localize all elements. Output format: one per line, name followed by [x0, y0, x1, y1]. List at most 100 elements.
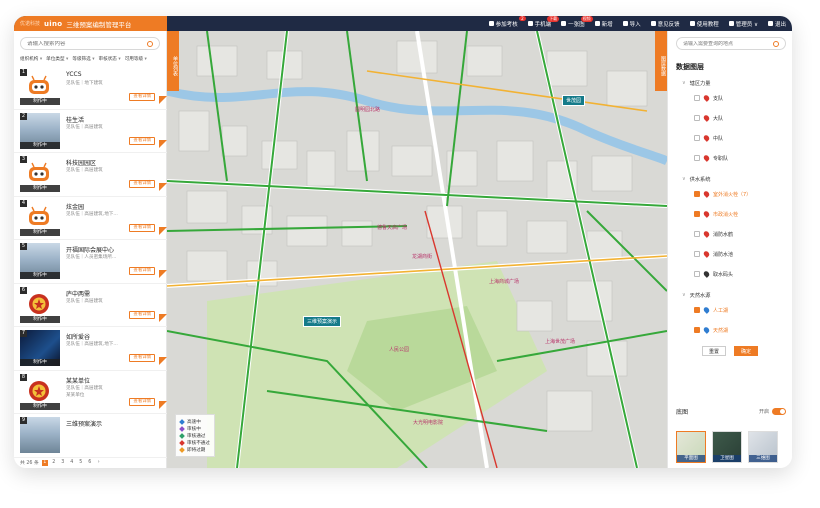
corner-marker: [159, 313, 167, 322]
sidebar-search-input[interactable]: [27, 40, 147, 47]
top-menu-item[interactable]: 参加考核 2: [488, 16, 526, 28]
basemap-tile[interactable]: 平面图: [676, 431, 706, 463]
filter-dropdown[interactable]: 可用等级: [125, 56, 147, 62]
map-pin-icon: [702, 114, 711, 122]
layer-label: 消防水池: [713, 251, 734, 258]
view-detail-button[interactable]: 查看详情: [129, 267, 155, 275]
layer-checkbox[interactable]: [694, 271, 700, 277]
top-menu-item[interactable]: 手机端 下载: [527, 16, 560, 28]
layer-checkbox[interactable]: [694, 115, 700, 121]
layer-panel-collapse-tab[interactable]: 图层数据: [655, 31, 667, 91]
layer-row[interactable]: 室外消火栓（7）: [694, 184, 792, 204]
legend-item: 审核通过: [179, 432, 210, 439]
layer-row[interactable]: 天然湖: [694, 320, 792, 340]
unit-list-item[interactable]: 8 制作中 某某单位 见队伍｜高层建筑 某某单位 查看详情: [14, 371, 167, 414]
view-detail-button[interactable]: 查看详情: [129, 223, 155, 232]
layer-checkbox[interactable]: [694, 211, 700, 217]
top-menu-item[interactable]: 退出: [767, 20, 786, 28]
page-number[interactable]: 2: [51, 460, 57, 466]
layer-row[interactable]: 大队: [694, 108, 792, 128]
page-number[interactable]: 5: [78, 460, 84, 466]
page-number[interactable]: 1: [41, 459, 48, 466]
layer-row[interactable]: 取水码头: [694, 264, 792, 284]
view-detail-button[interactable]: 查看详情: [129, 93, 155, 101]
layer-label: 大队: [713, 115, 724, 122]
layer-row[interactable]: 专职队: [694, 148, 792, 168]
unit-list-item[interactable]: 7 制作中 如所爱谷 见队伍｜高层建筑,地下... 查看详情: [14, 327, 167, 371]
view-detail-button[interactable]: 查看详情: [129, 310, 155, 319]
map-label: 德鲁天启广场: [377, 225, 408, 231]
unit-list-item[interactable]: 9 三维预案演示: [14, 414, 167, 458]
page-number[interactable]: 6: [87, 460, 93, 466]
top-menu-item[interactable]: 使用教程: [689, 20, 719, 28]
layer-row[interactable]: 人工湖: [694, 300, 792, 320]
legend-diamond-icon: [179, 439, 185, 446]
corner-marker: [159, 226, 167, 235]
confirm-button[interactable]: 确定: [734, 346, 759, 356]
layer-checkbox[interactable]: [694, 135, 700, 141]
basemap-label: 三维图: [749, 455, 777, 462]
search-icon[interactable]: [773, 40, 779, 47]
top-menu-label: 导入: [629, 21, 641, 28]
layer-row[interactable]: 消防水鹤: [694, 224, 792, 244]
top-menu-item[interactable]: 意见反馈: [650, 20, 680, 28]
unit-list-item[interactable]: 5 制作中 开福国际会展中心 见队伍｜人员密集场所... 查看详情: [14, 240, 167, 284]
layer-label: 取水码头: [713, 271, 734, 278]
top-menu-item[interactable]: 管理员 ∨: [728, 20, 758, 28]
layer-checkbox[interactable]: [694, 191, 700, 197]
view-detail-button[interactable]: 查看详情: [129, 136, 155, 145]
legend-label: 审核中: [187, 426, 201, 432]
layer-checkbox[interactable]: [694, 251, 700, 257]
pager-total: 共 26 条: [20, 461, 39, 466]
location-search-input[interactable]: [683, 40, 773, 47]
view-detail-button[interactable]: 查看详情: [129, 180, 155, 188]
layer-checkbox[interactable]: [694, 155, 700, 161]
basemap-options: 平面图 卫星图 三维图: [676, 431, 778, 463]
unit-list-item[interactable]: 3 制作中 科技园园区 见队伍｜高层建筑 查看详情: [14, 153, 167, 197]
basemap-toggle[interactable]: [772, 408, 786, 415]
panel-title: 数据图层: [676, 63, 704, 71]
layer-row[interactable]: 消防水池: [694, 244, 792, 264]
menu-badge: 视频: [580, 16, 593, 22]
unit-list-collapse-tab[interactable]: 单位列表: [167, 31, 179, 91]
layer-label: 室外消火栓（7）: [713, 191, 752, 198]
filter-dropdown[interactable]: 审核状态: [99, 56, 121, 62]
map-canvas[interactable]: 圆明园北路 德鲁天启广场 龙湖商街 上海商城广场 人民公园 上海世茂广场 大光明…: [167, 31, 667, 468]
layer-group-label: 供水系统: [689, 176, 711, 183]
page-number[interactable]: 4: [69, 460, 75, 466]
unit-list-item[interactable]: 1 制作中 YCCS 见队伍｜地下建筑 查看详情: [14, 66, 167, 110]
unit-meta: 见队伍｜高层建筑,地下...: [66, 211, 118, 217]
map-marker-tag[interactable]: 世茂园: [562, 95, 586, 106]
unit-list-item[interactable]: 6 制作中 庐中两需 见队伍｜高层建筑 查看详情: [14, 284, 167, 327]
filter-dropdown[interactable]: 组织机构: [20, 56, 42, 62]
page-number[interactable]: 3: [60, 460, 66, 466]
item-index: 1: [20, 69, 27, 76]
page-number[interactable]: ›: [96, 460, 102, 466]
basemap-tile[interactable]: 卫星图: [712, 431, 742, 463]
layer-group-header[interactable]: 天然水源: [682, 290, 792, 300]
top-menu-item[interactable]: 新增: [594, 20, 613, 28]
layer-group-header[interactable]: 辖区力量: [682, 78, 792, 88]
reset-button[interactable]: 重置: [701, 346, 726, 356]
layer-group-header[interactable]: 供水系统: [682, 174, 792, 184]
map-marker-tag[interactable]: 三维预案演示: [303, 316, 342, 327]
basemap-tile[interactable]: 三维图: [748, 431, 778, 463]
layer-checkbox[interactable]: [694, 95, 700, 101]
layer-checkbox[interactable]: [694, 307, 700, 313]
filter-dropdown[interactable]: 等级筛选: [72, 56, 94, 62]
view-detail-button[interactable]: 查看详情: [129, 354, 155, 362]
layer-row[interactable]: 市政消火栓: [694, 204, 792, 224]
unit-list-item[interactable]: 2 制作中 桂生活 见队伍｜高层建筑 查看详情: [14, 110, 167, 153]
layer-row[interactable]: 中队: [694, 128, 792, 148]
top-menu-item[interactable]: 一张图 视频: [561, 16, 593, 28]
layer-checkbox[interactable]: [694, 231, 700, 237]
filter-dropdown[interactable]: 单位类型: [46, 56, 68, 62]
map-pin-icon: [702, 230, 711, 238]
top-menu-item[interactable]: 导入: [622, 20, 641, 28]
layer-checkbox[interactable]: [694, 327, 700, 333]
basemap-toggle-wrap: 开启: [759, 408, 786, 415]
view-detail-button[interactable]: 查看详情: [129, 397, 155, 406]
unit-list-item[interactable]: 4 制作中 炫金园 见队伍｜高层建筑,地下... 查看详情: [14, 197, 167, 240]
search-icon[interactable]: [147, 40, 153, 47]
layer-row[interactable]: 支队: [694, 88, 792, 108]
